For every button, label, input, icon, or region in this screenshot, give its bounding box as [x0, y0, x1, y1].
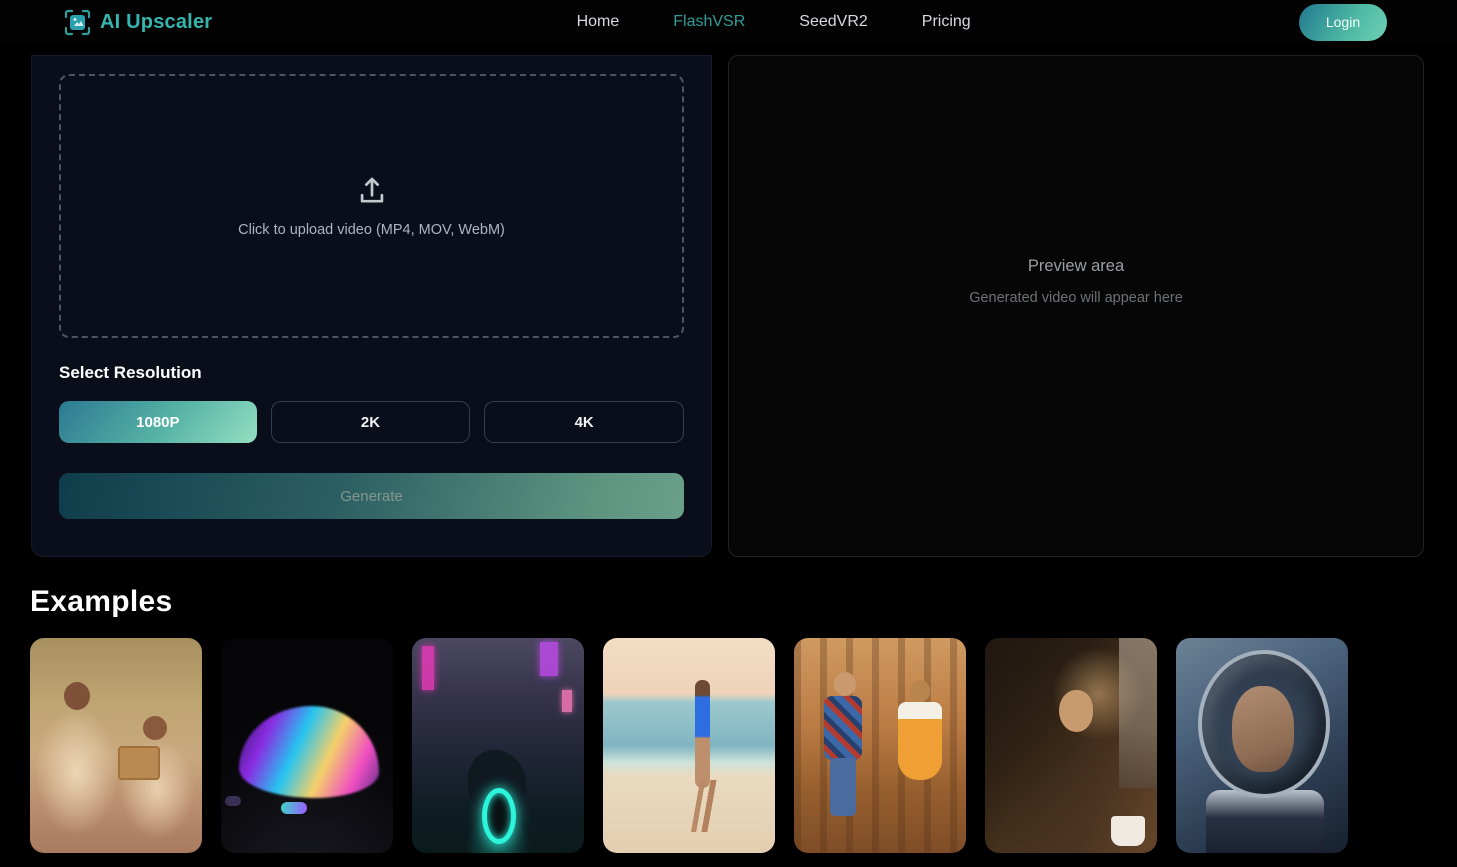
- thumbnail-art: [422, 646, 434, 690]
- thumbnail-art: [1111, 816, 1145, 846]
- example-thumbnail-neon-motorcycle[interactable]: [412, 638, 584, 853]
- thumbnail-art: [834, 672, 856, 696]
- thumbnail-art: [910, 680, 930, 702]
- nav-item-seedvr2[interactable]: SeedVR2: [799, 13, 868, 31]
- brand[interactable]: AI Upscaler: [64, 9, 212, 36]
- thumbnail-art: [118, 746, 160, 780]
- thumbnail-art: [1059, 690, 1093, 732]
- nav-item-flashvsr[interactable]: FlashVSR: [673, 13, 745, 31]
- thumbnail-art: [695, 680, 710, 788]
- thumbnail-art: [281, 802, 307, 814]
- thumbnail-art: [64, 682, 90, 710]
- nav-links: Home FlashVSR SeedVR2 Pricing: [541, 13, 971, 31]
- thumbnail-art: [239, 706, 379, 798]
- example-thumbnail-cafe-man[interactable]: [985, 638, 1157, 853]
- navbar: AI Upscaler Home FlashVSR SeedVR2 Pricin…: [0, 0, 1457, 44]
- main-content: Click to upload video (MP4, MOV, WebM) S…: [0, 44, 1457, 557]
- thumbnail-art: [225, 796, 241, 806]
- upload-arrow-icon: [355, 174, 389, 208]
- thumbnail-art: [1232, 686, 1294, 772]
- resolution-options: 1080P 2K 4K: [59, 401, 684, 443]
- generate-button[interactable]: Generate: [59, 473, 684, 519]
- example-thumbnail-autumn-children[interactable]: [794, 638, 966, 853]
- preview-subtitle: Generated video will appear here: [969, 290, 1183, 306]
- thumbnail-art: [898, 702, 942, 780]
- resolution-4k-button[interactable]: 4K: [484, 401, 684, 443]
- thumbnail-art: [1206, 790, 1324, 853]
- nav-item-home[interactable]: Home: [577, 13, 620, 31]
- examples-section: Examples: [0, 557, 1457, 853]
- examples-row: [30, 638, 1427, 853]
- example-thumbnail-astronaut[interactable]: [1176, 638, 1348, 853]
- upload-instruction: Click to upload video (MP4, MOV, WebM): [238, 222, 505, 238]
- thumbnail-art: [1119, 638, 1157, 788]
- thumbnail-art: [143, 716, 167, 740]
- resolution-2k-button[interactable]: 2K: [271, 401, 471, 443]
- thumbnail-art: [824, 696, 862, 760]
- upscaler-panel: Click to upload video (MP4, MOV, WebM) S…: [31, 55, 712, 557]
- examples-heading: Examples: [30, 585, 1427, 619]
- thumbnail-art: [482, 788, 516, 844]
- nav-item-pricing[interactable]: Pricing: [922, 13, 971, 31]
- brand-title: AI Upscaler: [100, 11, 212, 34]
- upscale-frame-icon: [64, 9, 91, 36]
- example-thumbnail-picnic-couple[interactable]: [30, 638, 202, 853]
- resolution-1080p-button[interactable]: 1080P: [59, 401, 257, 443]
- thumbnail-art: [830, 758, 856, 816]
- example-thumbnail-beach-woman[interactable]: [603, 638, 775, 853]
- thumbnail-art: [540, 642, 558, 676]
- upload-dropzone[interactable]: Click to upload video (MP4, MOV, WebM): [59, 74, 684, 338]
- login-button[interactable]: Login: [1299, 4, 1387, 41]
- thumbnail-art: [689, 780, 717, 832]
- preview-title: Preview area: [1028, 257, 1124, 276]
- thumbnail-art: [562, 690, 572, 712]
- preview-panel: Preview area Generated video will appear…: [728, 55, 1424, 557]
- example-thumbnail-abstract-shape[interactable]: [221, 638, 393, 853]
- resolution-heading: Select Resolution: [59, 363, 684, 383]
